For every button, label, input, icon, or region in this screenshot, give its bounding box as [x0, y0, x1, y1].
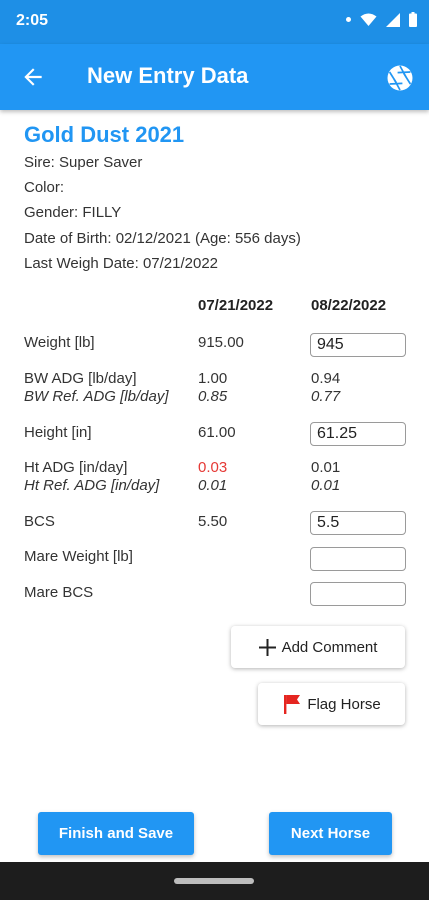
- weight-label: Weight [lb]: [24, 334, 95, 351]
- bw-adg-label: BW ADG [lb/day]: [24, 370, 137, 387]
- wifi-icon: [360, 13, 377, 26]
- signal-icon: [386, 12, 400, 27]
- sire-text: Sire: Super Saver: [24, 154, 143, 171]
- mare-weight-label: Mare Weight [lb]: [24, 548, 133, 565]
- bcs-label: BCS: [24, 513, 55, 530]
- ht-ref-adg-new-value: 0.01: [311, 477, 341, 494]
- horse-name: Gold Dust 2021: [24, 122, 185, 147]
- bcs-input[interactable]: [310, 511, 406, 535]
- mare-weight-input[interactable]: [310, 547, 406, 571]
- bw-adg-previous-value: 1.00: [198, 370, 228, 387]
- next-horse-button[interactable]: Next Horse: [269, 812, 392, 855]
- system-nav-bar: [0, 862, 429, 900]
- ht-adg-previous-value: 0.03: [198, 459, 228, 476]
- height-label: Height [in]: [24, 424, 92, 441]
- flag-horse-label: Flag Horse: [307, 695, 381, 713]
- status-bar: 2:05: [0, 0, 429, 44]
- column-header-new: 08/22/2022: [311, 297, 387, 314]
- status-time: 2:05: [16, 12, 49, 29]
- flag-icon: [284, 695, 301, 714]
- height-previous-value: 61.00: [198, 424, 236, 441]
- bw-ref-adg-new-value: 0.77: [311, 388, 341, 405]
- gender-text: Gender: FILLY: [24, 204, 122, 221]
- height-input[interactable]: [310, 422, 406, 446]
- ht-adg-new-value: 0.01: [311, 459, 341, 476]
- bw-ref-adg-previous-value: 0.85: [198, 388, 228, 405]
- column-header-previous: 07/21/2022: [198, 297, 274, 314]
- battery-icon: [409, 12, 417, 27]
- status-icons: [346, 12, 417, 27]
- notification-dot-icon: [346, 17, 351, 22]
- mare-bcs-input[interactable]: [310, 582, 406, 606]
- add-comment-label: Add Comment: [281, 638, 378, 656]
- ht-ref-adg-previous-value: 0.01: [198, 477, 228, 494]
- app-bar: New Entry Data: [0, 44, 429, 110]
- page-title: New Entry Data: [87, 63, 249, 88]
- home-gesture-handle[interactable]: [174, 878, 254, 884]
- weight-input[interactable]: [310, 333, 406, 357]
- ht-ref-adg-label: Ht Ref. ADG [in/day]: [24, 477, 160, 494]
- weight-previous-value: 915.00: [198, 334, 244, 351]
- plus-icon: [258, 638, 276, 656]
- dob-text: Date of Birth: 02/12/2021 (Age: 556 days…: [24, 230, 301, 247]
- last-weigh-text: Last Weigh Date: 07/21/2022: [24, 255, 219, 272]
- bw-ref-adg-label: BW Ref. ADG [lb/day]: [24, 388, 169, 405]
- add-comment-button[interactable]: Add Comment: [231, 626, 405, 668]
- mare-bcs-label: Mare BCS: [24, 584, 94, 601]
- bcs-previous-value: 5.50: [198, 513, 228, 530]
- back-arrow-icon[interactable]: [20, 64, 46, 90]
- flag-horse-button[interactable]: Flag Horse: [258, 683, 405, 725]
- aperture-icon[interactable]: [386, 64, 414, 92]
- bw-adg-new-value: 0.94: [311, 370, 341, 387]
- finish-and-save-button[interactable]: Finish and Save: [38, 812, 194, 855]
- ht-adg-label: Ht ADG [in/day]: [24, 459, 128, 476]
- color-text: Color:: [24, 179, 65, 196]
